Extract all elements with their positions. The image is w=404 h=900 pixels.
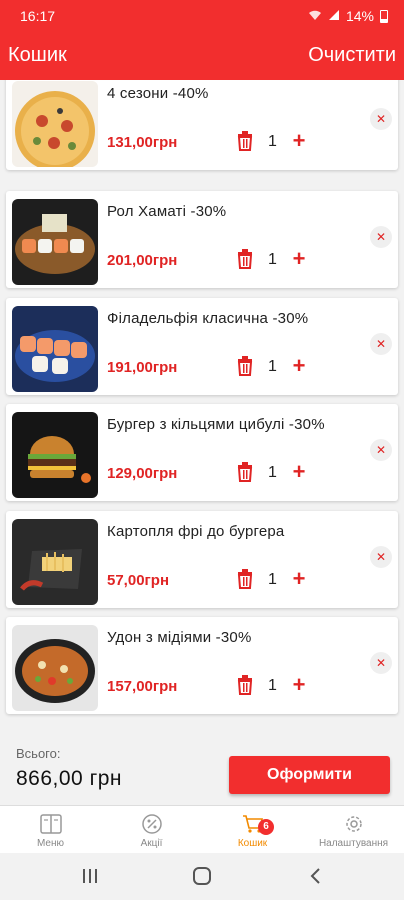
- home-icon[interactable]: [190, 865, 214, 887]
- nav-settings-label: Налаштування: [318, 838, 389, 849]
- cart-item: Удон з мідіями -30% 157,00грн 1 + ✕: [6, 617, 398, 714]
- battery-icon: [380, 9, 388, 23]
- battery-text: 14%: [345, 8, 374, 24]
- nav-settings[interactable]: Налаштування: [303, 806, 404, 854]
- remove-item-button[interactable]: ✕: [370, 226, 392, 248]
- clear-cart-button[interactable]: Очистити: [308, 44, 396, 67]
- trash-icon[interactable]: [236, 131, 254, 151]
- remove-item-button[interactable]: ✕: [370, 333, 392, 355]
- product-price: 191,00грн: [107, 359, 178, 376]
- back-icon[interactable]: [304, 865, 328, 887]
- gear-icon: [343, 814, 365, 834]
- quantity-value: 1: [268, 464, 277, 481]
- wifi-icon: [308, 8, 322, 24]
- cart-count-badge: 6: [258, 819, 274, 835]
- trash-icon[interactable]: [236, 462, 254, 482]
- nav-menu[interactable]: Меню: [0, 806, 101, 854]
- product-price: 57,00грн: [107, 572, 170, 589]
- app-bar: Кошик Очистити: [0, 32, 404, 80]
- remove-item-button[interactable]: ✕: [370, 108, 392, 130]
- total-bar: Всього: 866,00 грн Оформити: [0, 743, 404, 805]
- quantity-value: 1: [268, 677, 277, 694]
- product-name: Філадельфія класична -30%: [107, 310, 309, 327]
- increase-quantity-button[interactable]: +: [291, 248, 307, 270]
- product-price: 131,00грн: [107, 134, 178, 151]
- product-name: 4 сезони -40%: [107, 85, 209, 102]
- total-value: 866,00 грн: [16, 767, 123, 790]
- remove-item-button[interactable]: ✕: [370, 546, 392, 568]
- product-price: 201,00грн: [107, 252, 178, 269]
- quantity-value: 1: [268, 358, 277, 375]
- system-nav-bar: [0, 853, 404, 900]
- cart-list[interactable]: 4 сезони -40% 131,00грн 1 + ✕ Рол Хаматі…: [0, 80, 404, 743]
- quantity-value: 1: [268, 133, 277, 150]
- cart-item: Рол Хаматі -30% 201,00грн 1 + ✕: [6, 191, 398, 288]
- quantity-value: 1: [268, 251, 277, 268]
- nav-cart[interactable]: 6 Кошик: [202, 806, 303, 854]
- increase-quantity-button[interactable]: +: [291, 461, 307, 483]
- product-name: Картопля фрі до бургера: [107, 523, 285, 540]
- remove-item-button[interactable]: ✕: [370, 439, 392, 461]
- cart-item: Картопля фрі до бургера 57,00грн 1 + ✕: [6, 511, 398, 608]
- product-name: Рол Хаматі -30%: [107, 203, 227, 220]
- product-image: [12, 625, 98, 711]
- quantity-value: 1: [268, 571, 277, 588]
- product-image: [12, 519, 98, 605]
- signal-icon: [328, 8, 340, 24]
- checkout-button[interactable]: Оформити: [229, 756, 390, 794]
- percent-icon: [141, 814, 163, 834]
- page-title: Кошик: [8, 44, 67, 66]
- product-name: Бургер з кільцями цибулі -30%: [107, 416, 325, 433]
- nav-promotions-label: Акції: [140, 838, 163, 849]
- product-image: [12, 199, 98, 285]
- nav-menu-label: Меню: [36, 838, 65, 849]
- status-time: 16:17: [20, 8, 56, 24]
- increase-quantity-button[interactable]: +: [291, 568, 307, 590]
- cart-item: Філадельфія класична -30% 191,00грн 1 + …: [6, 298, 398, 395]
- increase-quantity-button[interactable]: +: [291, 355, 307, 377]
- product-price: 157,00грн: [107, 678, 178, 695]
- product-image: [12, 81, 98, 167]
- status-bar: 16:17 14%: [0, 0, 404, 32]
- increase-quantity-button[interactable]: +: [291, 130, 307, 152]
- product-name: Удон з мідіями -30%: [107, 629, 252, 646]
- remove-item-button[interactable]: ✕: [370, 652, 392, 674]
- recent-apps-icon[interactable]: [78, 865, 102, 887]
- cart-item: 4 сезони -40% 131,00грн 1 + ✕: [6, 80, 398, 170]
- trash-icon[interactable]: [236, 356, 254, 376]
- increase-quantity-button[interactable]: +: [291, 674, 307, 696]
- trash-icon[interactable]: [236, 675, 254, 695]
- nav-promotions[interactable]: Акції: [101, 806, 202, 854]
- nav-cart-label: Кошик: [237, 838, 268, 849]
- product-image: [12, 306, 98, 392]
- cart-item: Бургер з кільцями цибулі -30% 129,00грн …: [6, 404, 398, 501]
- product-price: 129,00грн: [107, 465, 178, 482]
- bottom-nav: Меню Акції 6 Кошик Налаштування: [0, 805, 404, 853]
- total-label: Всього:: [16, 746, 61, 761]
- trash-icon[interactable]: [236, 249, 254, 269]
- menu-book-icon: [39, 814, 62, 834]
- product-image: [12, 412, 98, 498]
- trash-icon[interactable]: [236, 569, 254, 589]
